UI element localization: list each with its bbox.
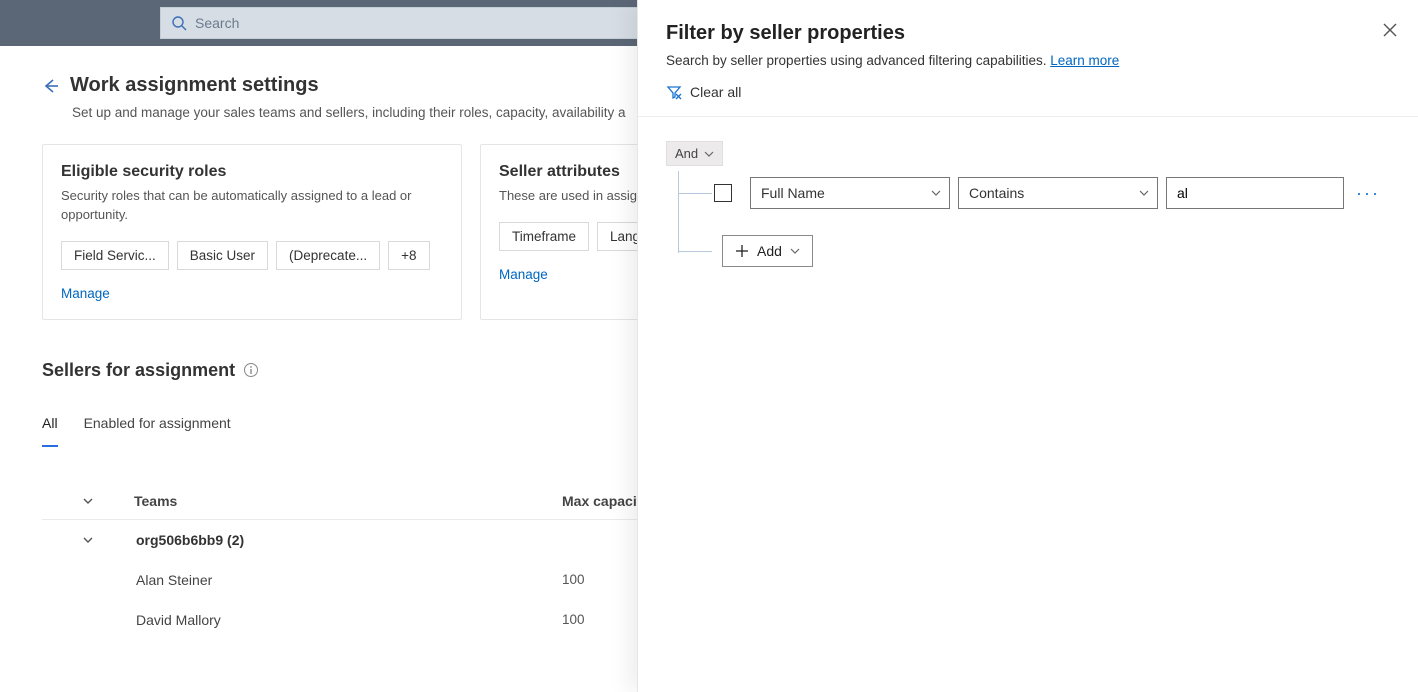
role-chip[interactable]: Field Servic... (61, 241, 169, 270)
filter-panel-title: Filter by seller properties (666, 22, 1390, 45)
value-input-wrap[interactable] (1166, 177, 1344, 209)
operator-select-value: Contains (969, 185, 1024, 201)
seller-name: Alan Steiner (134, 572, 562, 588)
operator-select[interactable]: Contains (958, 177, 1158, 209)
tree-line (678, 171, 679, 253)
global-search-input[interactable] (195, 15, 639, 31)
logic-operator-select[interactable]: And (666, 141, 723, 166)
value-input[interactable] (1177, 185, 1333, 201)
filter-panel-subtitle: Search by seller properties using advanc… (666, 53, 1050, 68)
search-icon (171, 15, 187, 31)
more-icon[interactable]: ··· (1352, 183, 1384, 204)
sellers-table: Teams Max capacity org506b6bb9 (2) Alan … (42, 483, 702, 640)
back-icon[interactable] (42, 77, 60, 95)
table-row[interactable]: David Mallory 100 (42, 600, 702, 640)
clear-all-label: Clear all (690, 84, 741, 100)
manage-roles-link[interactable]: Manage (61, 286, 110, 301)
attr-chip[interactable]: Timeframe (499, 222, 589, 251)
add-condition-button[interactable]: Add (722, 235, 813, 267)
chevron-down-icon (790, 246, 800, 256)
chevron-down-icon (1139, 188, 1149, 198)
chevron-down-icon[interactable] (82, 495, 94, 507)
role-chip[interactable]: (Deprecate... (276, 241, 380, 270)
chevron-down-icon[interactable] (82, 534, 94, 546)
group-name: org506b6bb9 (2) (134, 532, 562, 548)
sellers-section-title: Sellers for assignment (42, 360, 235, 381)
tab-enabled[interactable]: Enabled for assignment (84, 407, 231, 447)
close-icon[interactable] (1382, 22, 1398, 38)
chevron-down-icon (704, 149, 714, 159)
filter-clear-icon (666, 84, 682, 100)
seller-name: David Mallory (134, 612, 562, 628)
table-row-group[interactable]: org506b6bb9 (2) (42, 520, 702, 560)
chevron-down-icon (931, 188, 941, 198)
field-select-value: Full Name (761, 185, 825, 201)
card-security-roles-title: Eligible security roles (61, 163, 443, 181)
card-security-roles-desc: Security roles that can be automatically… (61, 187, 443, 225)
logic-operator-label: And (675, 146, 698, 161)
role-chip-more[interactable]: +8 (388, 241, 429, 270)
tab-all[interactable]: All (42, 407, 58, 447)
info-icon[interactable] (243, 362, 259, 378)
tree-line (678, 251, 712, 252)
global-search[interactable] (160, 7, 650, 39)
col-teams[interactable]: Teams (134, 493, 562, 509)
table-row[interactable]: Alan Steiner 100 (42, 560, 702, 600)
tree-line (678, 193, 712, 194)
page-title: Work assignment settings (70, 74, 319, 97)
card-security-roles: Eligible security roles Security roles t… (42, 144, 462, 320)
condition-checkbox[interactable] (714, 184, 732, 202)
filter-panel: Filter by seller properties Search by se… (638, 0, 1418, 692)
field-select[interactable]: Full Name (750, 177, 950, 209)
learn-more-link[interactable]: Learn more (1050, 53, 1119, 68)
manage-attrs-link[interactable]: Manage (499, 267, 548, 282)
plus-icon (735, 244, 749, 258)
condition-row: Full Name Contains ··· (714, 177, 1384, 209)
add-condition-label: Add (757, 243, 782, 259)
clear-all-button[interactable]: Clear all (666, 84, 741, 100)
role-chip[interactable]: Basic User (177, 241, 268, 270)
